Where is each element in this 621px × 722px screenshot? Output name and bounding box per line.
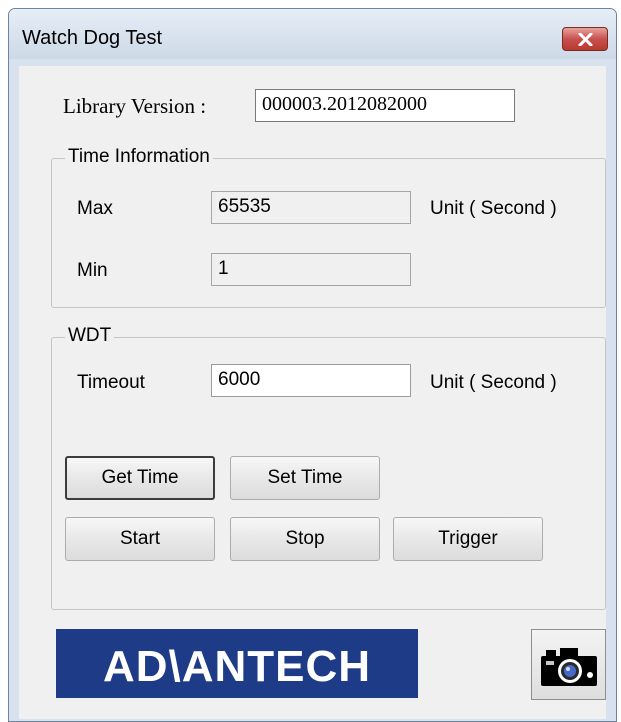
window-title: Watch Dog Test	[22, 27, 163, 49]
close-button[interactable]	[562, 27, 608, 51]
trigger-button[interactable]: Trigger	[393, 517, 543, 561]
stop-button[interactable]: Stop	[230, 517, 380, 561]
wdt-title: WDT	[65, 325, 115, 347]
library-version-field: 000003.2012082000	[255, 89, 515, 122]
timeout-unit-label: Unit ( Second )	[430, 372, 557, 393]
min-label: Min	[77, 260, 108, 281]
watch-dog-test-window: Watch Dog Test Library Version : 000003.…	[8, 8, 617, 722]
timeout-input[interactable]: 6000	[211, 364, 411, 397]
timeout-label: Timeout	[77, 372, 145, 393]
advantech-logo: AD\ANTECH	[56, 629, 418, 698]
set-time-button[interactable]: Set Time	[230, 456, 380, 500]
library-version-label: Library Version :	[63, 94, 207, 118]
advantech-logo-wordmark: AD\ANTECH	[103, 642, 371, 691]
dialog-client-area: Library Version : 000003.2012082000 Time…	[19, 66, 606, 719]
min-field: 1	[211, 253, 411, 286]
max-field: 65535	[211, 191, 411, 224]
title-bar: Watch Dog Test	[9, 9, 616, 59]
close-icon	[578, 33, 593, 46]
max-label: Max	[77, 198, 113, 219]
get-time-button[interactable]: Get Time	[65, 456, 215, 500]
screenshot-button[interactable]	[531, 629, 606, 700]
max-unit-label: Unit ( Second )	[430, 198, 557, 219]
camera-icon	[541, 648, 597, 686]
time-information-title: Time Information	[65, 146, 213, 168]
start-button[interactable]: Start	[65, 517, 215, 561]
svg-text:AD\ANTECH: AD\ANTECH	[103, 642, 371, 691]
